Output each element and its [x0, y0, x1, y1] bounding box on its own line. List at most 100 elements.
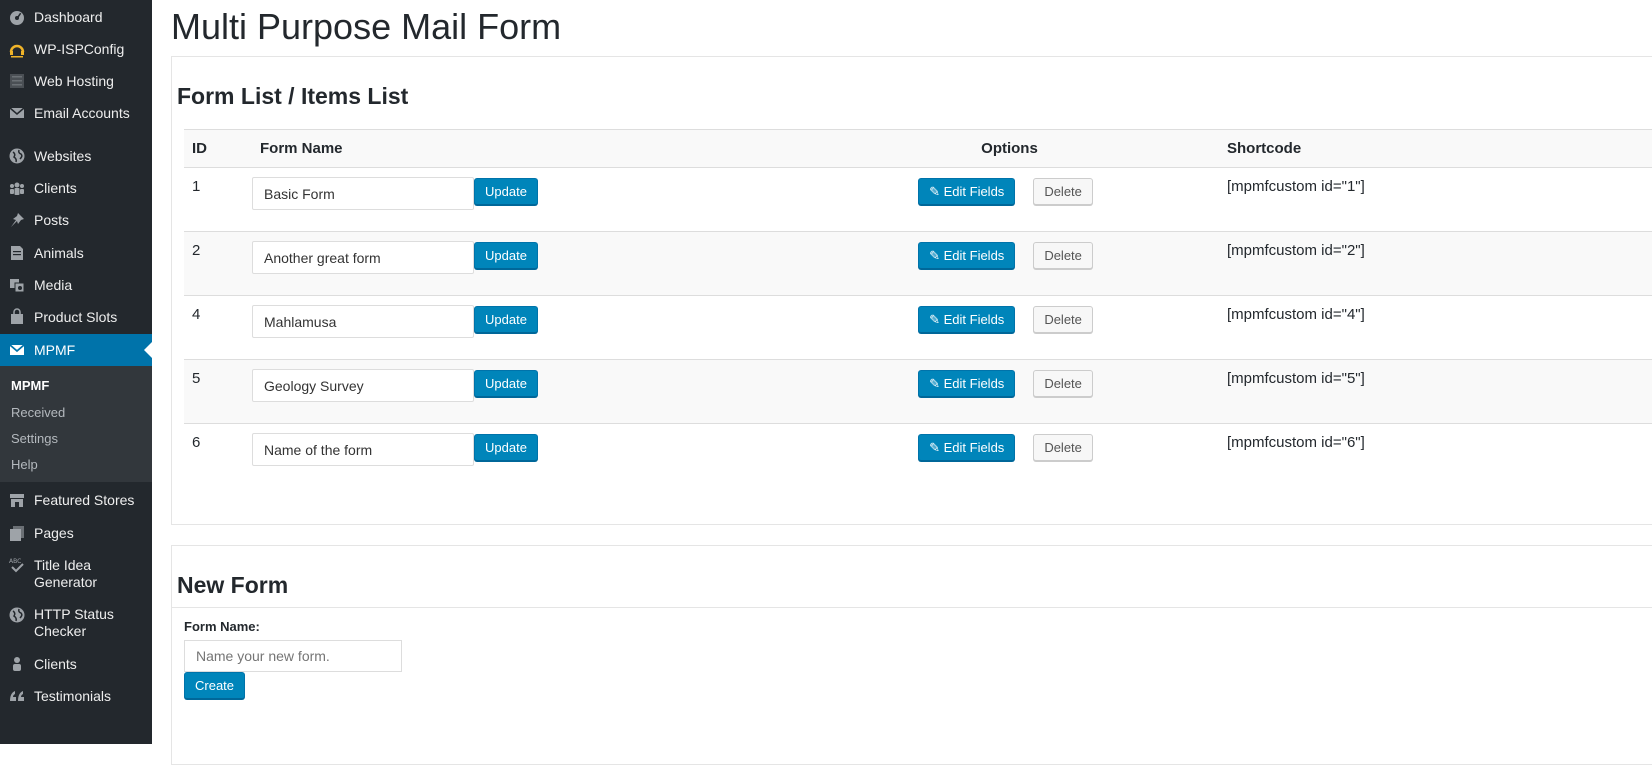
sidebar-item-label: Testimonials: [34, 688, 112, 704]
sidebar-item-email-accounts[interactable]: Email Accounts: [0, 97, 152, 129]
edit-fields-button[interactable]: ✎ Edit Fields: [918, 242, 1016, 269]
table-row: 1 Update ✎ Edit Fields Delete [mpmfcustom id…: [184, 167, 1652, 232]
page-icon: [8, 244, 26, 262]
sidebar-item-posts[interactable]: Posts: [0, 204, 152, 236]
form-name-input[interactable]: [252, 433, 474, 466]
form-name-label: Form Name:: [184, 619, 260, 634]
admin-sidebar: Dashboard WP-ISPConfig Web Hosting Email…: [0, 0, 152, 744]
delete-button[interactable]: Delete: [1033, 242, 1093, 269]
pages-icon: [8, 524, 26, 542]
form-name-cell: Update: [252, 359, 792, 424]
form-name-input[interactable]: [252, 177, 474, 210]
form-id: 1: [184, 167, 252, 232]
groups-icon: [8, 179, 26, 197]
submenu-item-mpmf[interactable]: MPMF: [11, 378, 49, 393]
sidebar-item-websites[interactable]: Websites: [0, 140, 152, 172]
sidebar-item-web-hosting[interactable]: Web Hosting: [0, 65, 152, 97]
sidebar-item-product-slots[interactable]: Product Slots: [0, 301, 152, 333]
edit-fields-label: Edit Fields: [943, 184, 1005, 199]
sidebar-item-featured-stores[interactable]: Featured Stores: [0, 484, 152, 516]
sidebar-item-dashboard[interactable]: Dashboard: [0, 1, 152, 33]
form-name-input[interactable]: [252, 305, 474, 338]
sidebar-item-testimonials[interactable]: Testimonials: [0, 680, 152, 712]
options-cell: ✎ Edit Fields Delete: [792, 359, 1219, 424]
person-icon: [8, 655, 26, 673]
delete-button[interactable]: Delete: [1033, 434, 1093, 461]
sidebar-item-title-idea-generator[interactable]: ABC Title Idea Generator: [0, 554, 152, 594]
pin-icon: [8, 211, 26, 229]
form-list-heading: Form List / Items List: [177, 83, 409, 109]
edit-fields-button[interactable]: ✎ Edit Fields: [918, 370, 1016, 397]
options-cell: ✎ Edit Fields Delete: [792, 295, 1219, 360]
sidebar-item-label: Pages: [34, 525, 74, 541]
form-id: 4: [184, 295, 252, 360]
table-row: 5 Update ✎ Edit Fields Delete [mpmfcustom id…: [184, 359, 1652, 424]
sidebar-item-label: Clients: [34, 656, 77, 672]
sidebar-item-pages[interactable]: Pages: [0, 517, 152, 549]
ispconfig-icon: [8, 40, 26, 58]
form-id: 2: [184, 231, 252, 296]
pencil-icon: ✎: [929, 184, 944, 199]
sidebar-item-media[interactable]: Media: [0, 269, 152, 301]
media-icon: [8, 276, 26, 294]
update-button[interactable]: Update: [474, 306, 538, 333]
form-id: 5: [184, 359, 252, 424]
divider: [172, 607, 1652, 608]
edit-fields-button[interactable]: ✎ Edit Fields: [918, 178, 1016, 205]
page-title: Multi Purpose Mail Form: [171, 6, 562, 47]
envelope-icon: [8, 341, 26, 359]
update-button[interactable]: Update: [474, 242, 538, 269]
edit-fields-label: Edit Fields: [943, 440, 1005, 455]
submenu-item-help[interactable]: Help: [11, 457, 38, 472]
sidebar-item-clients[interactable]: Clients: [0, 172, 152, 204]
pencil-icon: ✎: [929, 376, 944, 391]
shortcode-cell: [mpmfcustom id="1"]: [1219, 167, 1652, 232]
edit-fields-button[interactable]: ✎ Edit Fields: [918, 306, 1016, 333]
sidebar-item-mpmf[interactable]: MPMF: [0, 334, 152, 366]
shortcode-cell: [mpmfcustom id="2"]: [1219, 231, 1652, 296]
form-list-panel: Form List / Items List ID Form Name Opti…: [171, 56, 1652, 525]
delete-button[interactable]: Delete: [1033, 370, 1093, 397]
table-row: 2 Update ✎ Edit Fields Delete [mpmfcustom id…: [184, 231, 1652, 296]
sidebar-item-label: Websites: [34, 148, 92, 164]
delete-button[interactable]: Delete: [1033, 306, 1093, 333]
pencil-icon: ✎: [929, 440, 944, 455]
new-form-name-input[interactable]: [184, 640, 402, 672]
update-button[interactable]: Update: [474, 434, 538, 461]
edit-fields-label: Edit Fields: [943, 312, 1005, 327]
options-cell: ✎ Edit Fields Delete: [792, 167, 1219, 232]
shortcode-cell: [mpmfcustom id="6"]: [1219, 423, 1652, 488]
submenu-item-received[interactable]: Received: [11, 405, 65, 420]
shortcode-cell: [mpmfcustom id="4"]: [1219, 295, 1652, 360]
sidebar-item-label: Web Hosting: [34, 73, 114, 89]
update-button[interactable]: Update: [474, 370, 538, 397]
sidebar-item-label: WP-ISPConfig: [34, 41, 125, 57]
submenu-item-settings[interactable]: Settings: [11, 431, 58, 446]
pencil-icon: ✎: [929, 312, 944, 327]
edit-fields-button[interactable]: ✎ Edit Fields: [918, 434, 1016, 461]
spellcheck-icon: ABC: [8, 556, 26, 574]
form-name-cell: Update: [252, 231, 792, 296]
update-button[interactable]: Update: [474, 178, 538, 205]
store-icon: [8, 491, 26, 509]
form-name-input[interactable]: [252, 369, 474, 402]
globe-icon: [8, 147, 26, 165]
create-button[interactable]: Create: [184, 672, 246, 699]
delete-button[interactable]: Delete: [1033, 178, 1093, 205]
column-header-form-name: Form Name: [252, 129, 792, 168]
sidebar-item-label: Dashboard: [34, 9, 103, 25]
sidebar-item-clients-2[interactable]: Clients: [0, 648, 152, 680]
sidebar-item-http-status-checker[interactable]: HTTP Status Checker: [0, 603, 152, 643]
new-form-panel: New Form Form Name: Create: [171, 545, 1652, 765]
table-row: 4 Update ✎ Edit Fields Delete [mpmfcustom id…: [184, 295, 1652, 360]
mpmf-submenu: MPMF Received Settings Help: [0, 366, 152, 482]
email-icon: [8, 104, 26, 122]
sidebar-item-label: MPMF: [34, 342, 76, 358]
column-header-id: ID: [184, 129, 252, 168]
sidebar-item-label: Title Idea Generator: [34, 557, 98, 590]
form-name-input[interactable]: [252, 241, 474, 274]
sidebar-item-wp-ispconfig[interactable]: WP-ISPConfig: [0, 33, 152, 65]
sidebar-item-animals[interactable]: Animals: [0, 237, 152, 269]
svg-text:ABC: ABC: [9, 558, 21, 565]
sidebar-item-label: Media: [34, 277, 73, 293]
